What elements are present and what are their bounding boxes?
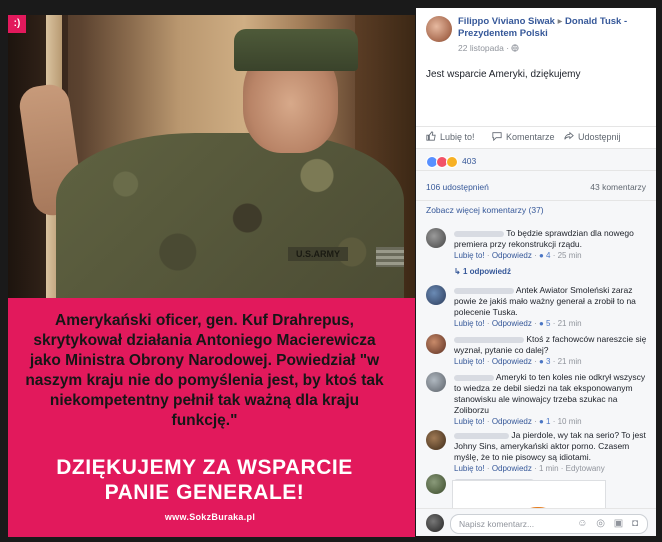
comment-meta: Lubię to! · Odpowiedz · ● 5 · 21 min	[454, 319, 582, 328]
post-header: Filippo Viviano Siwak ▸ Donald Tusk - Pr…	[416, 8, 656, 54]
share-button[interactable]: Udostępnij	[564, 131, 621, 142]
comment-time[interactable]: 21 min	[558, 319, 582, 328]
reactions-bar[interactable]: 403	[416, 148, 656, 171]
post-actions: Lubię to! Komentarze Udostępnij	[416, 126, 656, 147]
thanks-line-2: PANIE GENERALE!	[104, 481, 305, 504]
flag-patch	[376, 247, 404, 267]
soldier-cap	[234, 29, 358, 71]
share-label: Udostępnij	[578, 132, 621, 142]
post-text: Jest wsparcie Ameryki, dziękujemy	[426, 69, 581, 80]
comment-like-link[interactable]: Lubię to!	[454, 417, 485, 426]
comment-like-link[interactable]: Lubię to!	[454, 251, 485, 260]
like-count-value: 4	[546, 251, 551, 260]
reaction-count[interactable]: 403	[462, 156, 476, 166]
commenter-avatar[interactable]	[426, 228, 446, 248]
comment-icon	[492, 132, 502, 141]
comment-text: Antek Awiator Smoleński zaraz powie że j…	[454, 285, 649, 318]
like-count-value: 1	[546, 417, 551, 426]
comment-text: Ja pierdole, wy tak na serio? To jest Jo…	[454, 430, 649, 463]
comments-list: To będzie sprawdzian dla nowego premiera…	[416, 218, 656, 508]
comment-time[interactable]: 10 min	[558, 417, 582, 426]
comment-like-count: ● 3	[538, 357, 551, 366]
soldier-uniform	[56, 133, 404, 303]
comment-reply-link[interactable]: Odpowiedz	[492, 464, 532, 473]
comment-like-count: ● 5	[538, 319, 551, 328]
commenter-name-redacted	[454, 374, 494, 381]
commenter-avatar[interactable]	[426, 372, 446, 392]
replies-link[interactable]: ↳ 1 odpowiedź	[454, 267, 511, 276]
commenter-name-redacted	[454, 230, 504, 237]
facebook-post-panel: Filippo Viviano Siwak ▸ Donald Tusk - Pr…	[416, 8, 656, 536]
share-icon	[564, 131, 574, 140]
comment-input-placeholder: Napisz komentarz...	[459, 519, 535, 529]
comment-attachment-icons[interactable]: ☺ ◎ ▣ ◘	[577, 518, 641, 529]
comment-meta: Lubię to! · Odpowiedz · ● 4 · 25 min	[454, 251, 582, 260]
screenshot-frame: U.S.ARMY :) Amerykański oficer, gen. Kuf…	[0, 0, 662, 542]
replies-label: 1 odpowiedź	[462, 267, 511, 276]
comment-text: Ktoś z fachowców nareszcie się wyznał, p…	[454, 334, 649, 356]
comment-time[interactable]: 1 min	[539, 464, 559, 473]
us-army-patch: U.S.ARMY	[288, 247, 348, 261]
comment-time[interactable]: 21 min	[558, 357, 582, 366]
comment-meta: Lubię to! · Odpowiedz · ● 1 · 10 min	[454, 417, 582, 426]
post-names: Filippo Viviano Siwak ▸ Donald Tusk - Pr…	[458, 16, 653, 40]
write-comment-bar: Napisz komentarz... ☺ ◎ ▣ ◘	[416, 508, 656, 536]
arrow-icon: ▸	[557, 16, 563, 27]
commenter-avatar[interactable]	[426, 430, 446, 450]
like-label: Lubię to!	[440, 132, 475, 142]
post-date[interactable]: 22 listopada ·	[458, 43, 520, 53]
post-date-text: 22 listopada ·	[458, 43, 512, 53]
like-count-value: 5	[546, 319, 551, 328]
commenter-avatar[interactable]	[426, 285, 446, 305]
comment-meta: Lubię to! · Odpowiedz · 1 min · Edytowan…	[454, 464, 605, 473]
comment-like-link[interactable]: Lubię to!	[454, 319, 485, 328]
comment-button[interactable]: Komentarze	[492, 131, 555, 142]
more-comments-link[interactable]: Zobacz więcej komentarzy (37)	[426, 205, 544, 215]
comment-label: Komentarze	[506, 132, 555, 142]
comment-reply-link[interactable]: Odpowiedz	[492, 357, 532, 366]
like-count-value: 3	[546, 357, 551, 366]
author-avatar[interactable]	[426, 16, 452, 42]
author-name[interactable]: Filippo Viviano Siwak	[458, 16, 555, 27]
sad-reaction-icon	[446, 156, 458, 168]
commenter-avatar[interactable]	[426, 334, 446, 354]
comments-count[interactable]: 43 komentarzy	[590, 182, 646, 192]
comment-reply-link[interactable]: Odpowiedz	[492, 251, 532, 260]
comment-input[interactable]: Napisz komentarz... ☺ ◎ ▣ ◘	[450, 514, 648, 534]
thanks-line-1: DZIĘKUJEMY ZA WSPARCIE	[56, 456, 353, 479]
edited-label[interactable]: Edytowany	[566, 464, 605, 473]
viewer-avatar	[426, 514, 444, 532]
comment-meta: Lubię to! · Odpowiedz · ● 3 · 21 min	[454, 357, 582, 366]
comment-time[interactable]: 25 min	[558, 251, 582, 260]
image-thanks: DZIĘKUJEMY ZA WSPARCIE PANIE GENERALE!	[22, 455, 387, 505]
shares-count[interactable]: 106 udostępnień	[426, 182, 489, 192]
image-quote: Amerykański oficer, gen. Kuf Drahrepus, …	[25, 312, 384, 429]
commenter-name-redacted	[454, 287, 514, 294]
commenter-name-redacted	[454, 432, 509, 439]
like-button[interactable]: Lubię to!	[426, 131, 475, 142]
corner-badge: :)	[8, 15, 26, 33]
comment-text: To będzie sprawdzian dla nowego premiera…	[454, 228, 649, 250]
globe-icon	[511, 44, 520, 52]
comment-like-count: ● 1	[538, 417, 551, 426]
comment-like-count: ● 4	[538, 251, 551, 260]
more-comments-row: Zobacz więcej komentarzy (37)	[416, 200, 656, 219]
post-image[interactable]: U.S.ARMY :) Amerykański oficer, gen. Kuf…	[8, 15, 415, 537]
comment-reply-link[interactable]: Odpowiedz	[492, 319, 532, 328]
comment-reply-link[interactable]: Odpowiedz	[492, 417, 532, 426]
thumbs-up-icon	[426, 131, 436, 141]
comment-like-link[interactable]: Lubię to!	[454, 357, 485, 366]
comment-text: Ameryki to ten koles nie odkrył wszyscy …	[454, 372, 649, 416]
comment-like-link[interactable]: Lubię to!	[454, 464, 485, 473]
commenter-name-redacted	[454, 336, 524, 343]
stats-bar: 106 udostępnień 43 komentarzy	[416, 170, 656, 201]
site-watermark: www.SokzBuraka.pl	[164, 512, 256, 522]
commenter-avatar[interactable]	[426, 474, 446, 494]
